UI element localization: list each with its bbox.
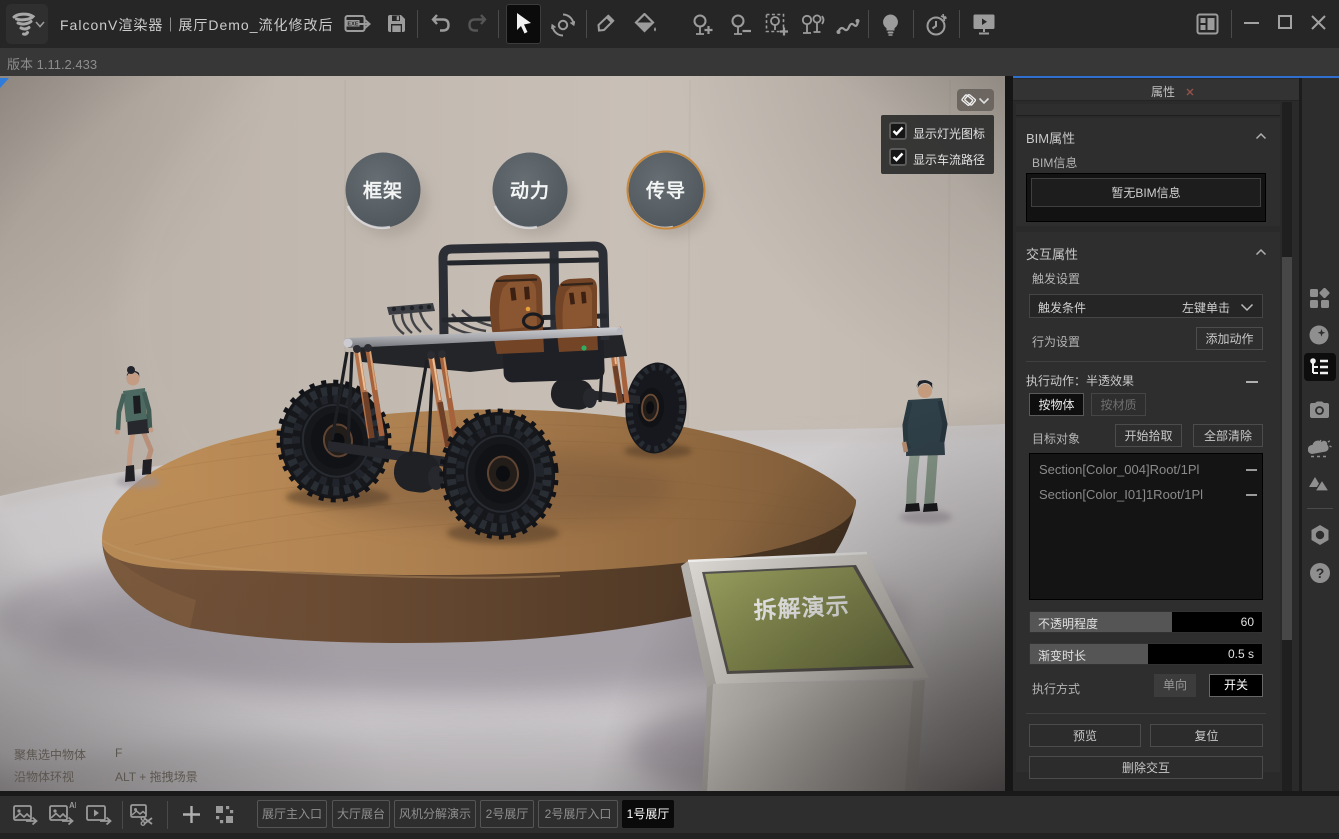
svg-text:EXE: EXE — [347, 22, 358, 28]
svg-text:AI: AI — [69, 802, 76, 810]
svg-text:?: ? — [1316, 565, 1325, 581]
